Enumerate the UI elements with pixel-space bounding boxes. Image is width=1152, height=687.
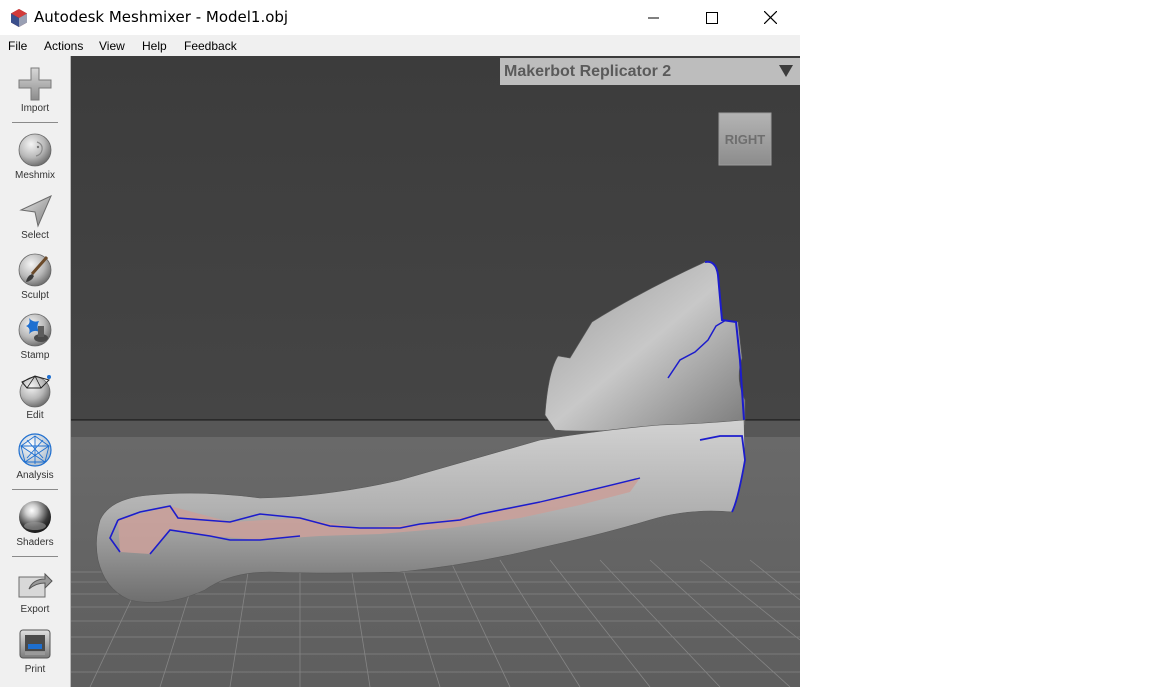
sculpt-brush-icon [18,253,52,287]
shaders-sphere-icon [19,501,51,533]
title-bar: Autodesk Meshmixer - Model1.obj [0,0,800,35]
stamp-button[interactable]: Stamp [0,309,70,369]
menu-bar: File Actions View Help Feedback [0,35,800,56]
tool-label-analysis: Analysis [16,470,54,481]
export-button[interactable]: Export [0,563,70,623]
3d-viewport[interactable] [71,56,800,687]
edit-button[interactable]: Edit [0,369,70,429]
close-button[interactable] [741,0,799,35]
tool-label-print: Print [24,664,46,675]
view-cube[interactable]: RIGHT [718,112,772,166]
maximize-button[interactable] [683,0,741,35]
meshmixer-window: Autodesk Meshmixer - Model1.obj File Act… [0,0,800,687]
select-arrow-icon [19,194,52,228]
plus-icon [18,67,52,101]
meshmix-sphere-icon [18,133,52,167]
toolbar-divider [12,122,58,123]
maximize-icon [706,11,718,24]
import-button[interactable]: Import [0,62,70,122]
tool-label-import: Import [20,103,50,114]
select-button[interactable]: Select [0,189,70,249]
tool-sidebar: Import Meshmix Select Sculpt Stamp Edit … [0,56,71,687]
printer-icon [19,629,51,659]
print-button[interactable]: Print [0,623,70,683]
stamp-icon [18,313,52,347]
printer-name: Makerbot Replicator 2 [504,63,672,80]
dropdown-arrow-icon [779,65,793,77]
meshmix-button[interactable]: Meshmix [0,129,70,189]
minimize-icon [648,17,659,18]
toolbar-divider [12,556,58,557]
sculpt-button[interactable]: Sculpt [0,249,70,309]
tool-label-select: Select [21,230,49,241]
menu-actions[interactable]: Actions [44,39,83,53]
analysis-mesh-icon [18,433,52,467]
tool-label-stamp: Stamp [20,350,50,361]
window-title: Autodesk Meshmixer - Model1.obj [34,8,289,26]
close-icon [763,11,777,24]
tool-label-meshmix: Meshmix [14,170,55,181]
meshmixer-logo-icon [11,9,27,27]
menu-file[interactable]: File [8,39,27,53]
analysis-button[interactable]: Analysis [0,429,70,489]
tool-label-export: Export [20,604,50,615]
menu-view[interactable]: View [99,39,125,53]
menu-help[interactable]: Help [142,39,167,53]
printer-select-dropdown[interactable]: Makerbot Replicator 2 [500,58,800,85]
minimize-button[interactable] [625,0,683,35]
export-icon [18,572,53,598]
shaders-button[interactable]: Shaders [0,496,70,556]
tool-label-shaders: Shaders [16,537,54,548]
tool-label-sculpt: Sculpt [21,290,49,301]
edit-sphere-icon [19,375,51,408]
view-cube-label: RIGHT [725,132,766,147]
menu-feedback[interactable]: Feedback [184,39,237,53]
toolbar-divider [12,489,58,490]
tool-label-edit: Edit [26,410,44,421]
